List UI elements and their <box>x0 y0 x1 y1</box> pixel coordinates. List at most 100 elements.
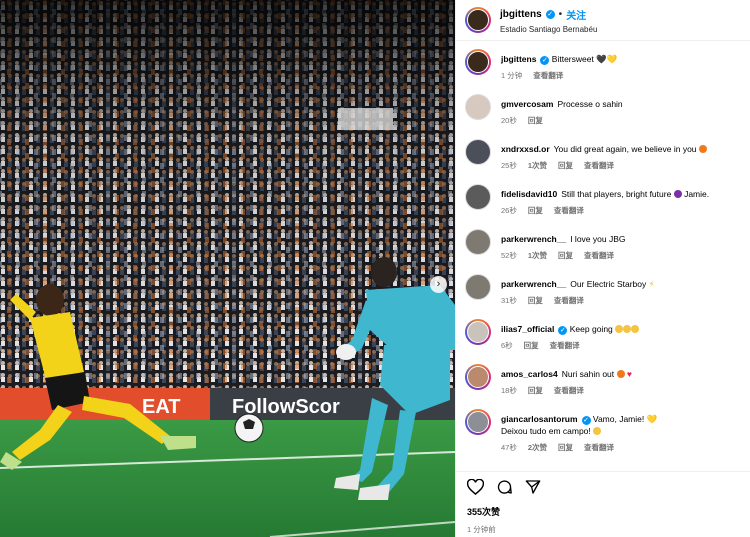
author-username[interactable]: jbgittens <box>500 9 542 20</box>
comment-username[interactable]: amos_carlos4 <box>501 369 558 379</box>
share-icon[interactable] <box>525 479 541 497</box>
like-count[interactable]: 355次赞 <box>467 505 740 518</box>
see-translation-link[interactable]: 查看翻译 <box>554 295 584 306</box>
comment-time: 52秒 <box>501 251 517 260</box>
comment-text-continued: Deixou tudo em campo! <box>501 426 591 436</box>
verified-badge-icon: ✓ <box>545 9 555 19</box>
comment-text: I love you JBG <box>570 234 626 244</box>
see-translation-link[interactable]: 查看翻译 <box>554 385 584 396</box>
author-avatar[interactable] <box>465 7 491 33</box>
clap-emoji-icon <box>593 427 602 435</box>
black-heart-icon: 🖤 <box>596 54 607 64</box>
clap-emoji-icon <box>631 325 640 333</box>
comment-username[interactable]: fidelisdavid10 <box>501 189 557 199</box>
comment-username[interactable]: giancarlosantorum <box>501 414 578 424</box>
follow-button[interactable]: 关注 <box>566 7 586 22</box>
caption-row: jbgittens ✓ Bittersweet 🖤💛 1 分钟 查看翻译 <box>465 49 750 94</box>
ad-board-left-text: EAT <box>142 396 181 418</box>
comment-likes[interactable]: 1次赞 <box>528 160 547 171</box>
emoji-icon <box>673 190 682 198</box>
yellow-heart-icon: 💛 <box>646 414 658 424</box>
comment-time: 26秒 <box>501 206 517 215</box>
comment-time: 47秒 <box>501 443 517 452</box>
comment-text: You did great again, we believe in you <box>553 144 697 154</box>
post-time: 1 分钟前 <box>467 525 496 534</box>
yellow-heart-icon: 💛 <box>606 54 618 64</box>
author-avatar[interactable] <box>465 49 491 75</box>
post-side-panel: jbgittens ✓ • 关注 Estadio Santiago Bernab… <box>455 0 750 537</box>
comment-text: Nuri sahin out <box>561 369 615 379</box>
post-location[interactable]: Estadio Santiago Bernabéu <box>500 25 597 34</box>
reply-button[interactable]: 回复 <box>558 442 573 453</box>
next-photo-button[interactable]: › <box>430 276 447 293</box>
comment-likes[interactable]: 2次赞 <box>528 442 547 453</box>
comment-username[interactable]: xndrxxsd.or <box>501 144 550 154</box>
post-photo[interactable]: EAT FollowScor › <box>0 0 455 537</box>
heart-icon[interactable] <box>466 478 485 497</box>
comment-time: 20秒 <box>501 116 517 125</box>
comment-row: parkerwrench__ I love you JBG 52秒 1次赞 回复 … <box>465 229 750 274</box>
commenter-avatar[interactable] <box>465 184 491 210</box>
reply-button[interactable]: 回复 <box>558 160 573 171</box>
comments-list: jbgittens ✓ Bittersweet 🖤💛 1 分钟 查看翻译 gmve… <box>456 41 750 467</box>
comment-icon[interactable] <box>496 479 513 497</box>
comment-row: giancarlosantorum ✓ Vamo, Jamie! 💛 Deixou… <box>465 409 750 467</box>
comment-row: gmvercosam Processe o sahin 20秒 回复 <box>465 94 750 139</box>
commenter-avatar[interactable] <box>465 274 491 300</box>
reply-button[interactable]: 回复 <box>528 295 543 306</box>
comment-username[interactable]: ilias7_official <box>501 324 554 334</box>
chevron-right-icon: › <box>436 278 441 290</box>
reply-button[interactable]: 回复 <box>528 385 543 396</box>
see-translation-link[interactable]: 查看翻译 <box>554 205 584 216</box>
football-photo: EAT FollowScor <box>0 0 455 537</box>
comment-row: ilias7_official ✓ Keep going 6秒 回复 查看翻译 <box>465 319 750 364</box>
red-heart-icon: ♥ <box>626 369 632 379</box>
post-header: jbgittens ✓ • 关注 Estadio Santiago Bernab… <box>456 0 750 41</box>
comment-likes[interactable]: 1次赞 <box>528 250 547 261</box>
see-translation-link[interactable]: 查看翻译 <box>550 340 580 351</box>
comment-time: 6秒 <box>501 341 513 350</box>
comment-text: Processe o sahin <box>557 99 623 109</box>
fire-emoji-icon <box>616 370 625 378</box>
caption-text: Bittersweet <box>551 54 594 64</box>
commenter-avatar[interactable] <box>465 409 491 435</box>
commenter-avatar[interactable] <box>465 364 491 390</box>
comment-text: Vamo, Jamie! <box>592 414 645 424</box>
reply-button[interactable]: 回复 <box>528 205 543 216</box>
comment-text: Our Electric Starboy <box>570 279 647 289</box>
comment-username[interactable]: parkerwrench__ <box>501 279 566 289</box>
separator-dot: • <box>558 8 563 20</box>
lightning-emoji-icon: ⚡ <box>648 279 655 289</box>
fire-emoji-icon <box>698 145 707 153</box>
verified-badge-icon: ✓ <box>581 416 591 425</box>
comment-row: xndrxxsd.or You did great again, we belie… <box>465 139 750 184</box>
commenter-avatar[interactable] <box>465 94 491 120</box>
commenter-avatar[interactable] <box>465 229 491 255</box>
comment-text: Keep going <box>569 324 613 334</box>
clap-emoji-icon <box>615 325 624 333</box>
verified-badge-icon: ✓ <box>540 56 550 65</box>
comment-time: 18秒 <box>501 386 517 395</box>
comment-time: 31秒 <box>501 296 517 305</box>
verified-badge-icon: ✓ <box>558 326 568 335</box>
reply-button[interactable]: 回复 <box>524 340 539 351</box>
see-translation-link[interactable]: 查看翻译 <box>584 160 614 171</box>
comment-row: fidelisdavid10 Still that players, bright… <box>465 184 750 229</box>
caption-username[interactable]: jbgittens <box>501 54 536 64</box>
comment-username[interactable]: gmvercosam <box>501 99 553 109</box>
comment-text: Still that players, bright future <box>561 189 672 199</box>
post-actions: 355次赞 1 分钟前 <box>456 471 750 537</box>
caption-time: 1 分钟 <box>501 71 523 80</box>
reply-button[interactable]: 回复 <box>558 250 573 261</box>
clap-emoji-icon <box>623 325 632 333</box>
reply-button[interactable]: 回复 <box>528 115 543 126</box>
post-viewer: EAT FollowScor › jbgittens ✓ • 关注 Estadi… <box>0 0 750 537</box>
see-translation-link[interactable]: 查看翻译 <box>584 442 614 453</box>
comment-time: 25秒 <box>501 161 517 170</box>
commenter-avatar[interactable] <box>465 319 491 345</box>
commenter-avatar[interactable] <box>465 139 491 165</box>
comment-row: amos_carlos4 Nuri sahin out ♥ 18秒 回复 查看翻译 <box>465 364 750 409</box>
comment-username[interactable]: parkerwrench__ <box>501 234 566 244</box>
see-translation-link[interactable]: 查看翻译 <box>584 250 614 261</box>
see-translation-link[interactable]: 查看翻译 <box>533 70 563 81</box>
